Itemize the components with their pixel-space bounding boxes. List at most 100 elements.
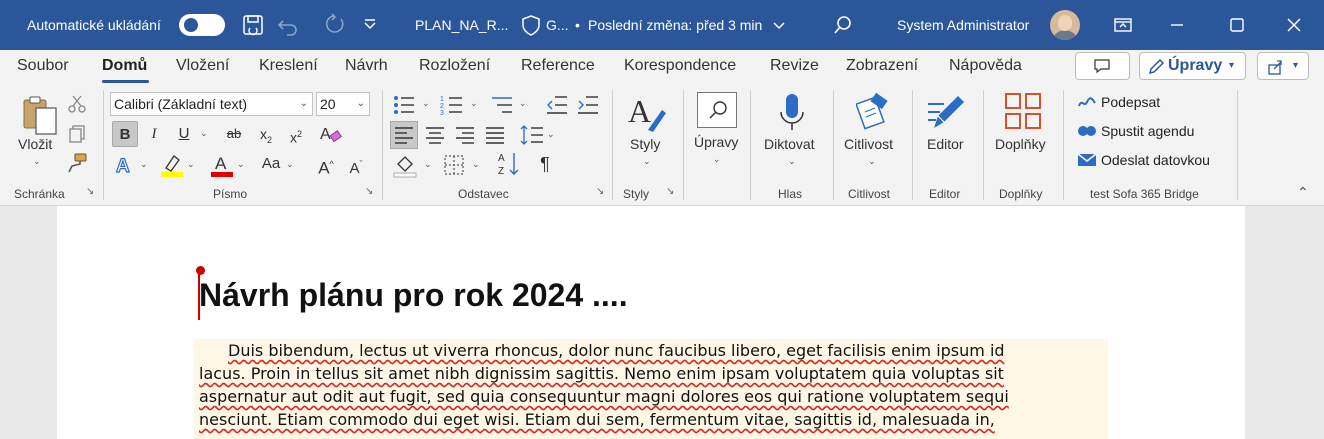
customize-qat-icon[interactable] [357,12,383,38]
find-box[interactable] [697,92,737,128]
tab-zobrazeni[interactable]: Zobrazení [846,57,918,75]
tab-revize[interactable]: Revize [770,57,819,75]
addins-label[interactable]: Doplňky [995,136,1046,152]
sensitivity-icon[interactable] [856,92,892,132]
chevron-down-icon[interactable]: ⌄ [424,159,432,170]
undo-icon[interactable] [275,12,301,38]
shrink-font-button[interactable]: Aˇ [343,151,369,177]
document-heading[interactable]: Návrh plánu pro rok 2024 .... [199,277,628,314]
chevron-down-icon[interactable]: ⌄ [200,128,208,139]
decrease-indent-icon[interactable] [545,94,569,116]
user-name[interactable]: System Administrator [897,0,1029,50]
sensitivity-ribbon-label[interactable]: Citlivost [844,136,893,152]
dialog-launcher-icon[interactable]: ↘ [365,186,373,197]
chevron-down-icon[interactable]: ⌄ [547,129,555,140]
avatar[interactable] [1050,10,1080,40]
format-painter-icon[interactable] [66,152,88,174]
tab-napoveda[interactable]: Nápověda [949,57,1022,75]
collapse-ribbon-icon[interactable]: ⌃ [1297,184,1309,201]
paragraph-line[interactable]: nesciunt. Etiam commodo dui eget wisi. E… [199,410,995,429]
italic-button[interactable]: I [141,121,167,147]
dialog-launcher-icon[interactable]: ↘ [596,186,604,197]
sort-icon[interactable]: A Z [497,150,521,178]
save-icon[interactable] [240,12,266,38]
close-icon[interactable] [1281,12,1307,38]
databox-icon[interactable] [1077,152,1097,168]
chevron-down-icon[interactable]: ⌄ [519,98,527,109]
start-agenda-button[interactable]: Spustit agendu [1101,123,1194,139]
file-name[interactable]: PLAN_NA_R... [415,0,508,50]
paragraph-line[interactable]: lacus. Proin in tellus sit amet nibh dig… [199,364,1004,383]
maximize-icon[interactable] [1224,12,1250,38]
paste-icon[interactable] [20,94,60,136]
align-center-icon[interactable] [421,121,449,149]
show-formatting-button[interactable]: ¶ [532,151,558,177]
borders-icon[interactable] [442,153,466,177]
editing-mode-button[interactable]: Úpravy ▾ [1139,52,1246,80]
cut-icon[interactable] [67,94,87,114]
redo-icon[interactable] [322,12,348,38]
chevron-down-icon[interactable]: ⌄ [788,156,796,167]
bullets-icon[interactable] [392,94,416,116]
sign-button[interactable]: Podepsat [1101,94,1160,110]
last-change-label[interactable]: Poslední změna: před 3 min [588,0,762,50]
tab-domu[interactable]: Domů [102,57,147,75]
tab-reference[interactable]: Reference [521,57,595,75]
chevron-down-icon[interactable]: ⌄ [286,159,294,170]
minimize-icon[interactable] [1164,12,1190,38]
tab-rozlozeni[interactable]: Rozložení [419,57,490,75]
font-color-icon[interactable]: A [210,152,234,178]
styles-icon[interactable]: A [626,92,668,134]
underline-button[interactable]: U [171,121,197,147]
paragraph-line[interactable]: aspernatur aut odit aut fugit, sed quia … [199,387,1009,406]
chevron-down-icon[interactable]: ⌄ [187,159,195,170]
tab-kresleni[interactable]: Kreslení [259,57,318,75]
change-case-button[interactable]: Aa [258,151,284,177]
editor-label[interactable]: Editor [927,136,964,152]
sensitivity-label[interactable]: G... [546,0,569,50]
clear-formatting-icon[interactable]: A [318,122,342,146]
font-size-select[interactable]: 20 ⌄ [316,92,370,116]
chevron-down-icon[interactable]: ⌄ [868,156,876,167]
highlight-color-icon[interactable] [160,152,184,178]
increase-indent-icon[interactable] [576,94,600,116]
tab-korespondence[interactable]: Korespondence [624,57,736,75]
paste-label[interactable]: Vložit [18,136,52,152]
grow-font-button[interactable]: A^ [313,151,339,178]
subscript-button[interactable]: x2 [253,121,279,147]
styles-label[interactable]: Styly [630,136,660,152]
chevron-down-icon[interactable]: ⌄ [470,98,478,109]
text-effects-icon[interactable]: A [113,153,137,177]
strikethrough-button[interactable]: ab [221,121,247,147]
sign-icon[interactable] [1077,94,1097,110]
numbering-icon[interactable]: 1 2 3 [440,94,464,116]
share-button[interactable]: ▾ [1257,52,1309,80]
font-family-select[interactable]: Calibri (Základní text) ⌄ [110,92,313,116]
chevron-down-icon[interactable]: ⌄ [237,159,245,170]
copy-icon[interactable] [67,124,87,144]
addins-icon[interactable] [1004,92,1042,132]
align-left-icon[interactable] [390,121,418,149]
chevron-down-icon[interactable]: ⌄ [140,159,148,170]
send-databox-button[interactable]: Odeslat datovkou [1101,152,1210,168]
search-icon[interactable] [830,12,856,38]
chevron-down-icon[interactable]: ⌄ [643,156,651,167]
shading-icon[interactable] [393,152,419,178]
justify-icon[interactable] [481,121,509,149]
ribbon-display-icon[interactable] [1110,12,1136,38]
chevron-down-icon[interactable]: ⌄ [422,98,430,109]
editing-label[interactable]: Úpravy [694,134,738,150]
line-spacing-icon[interactable] [520,123,544,147]
bold-button[interactable]: B [112,121,138,147]
comments-button[interactable] [1075,52,1130,80]
tab-vlozeni[interactable]: Vložení [176,57,229,75]
chevron-down-icon[interactable]: ⌄ [33,156,41,167]
shield-icon[interactable] [518,12,544,38]
align-right-icon[interactable] [451,121,479,149]
dialog-launcher-icon[interactable]: ↘ [86,186,94,197]
superscript-button[interactable]: x2 [283,121,309,147]
dictate-label[interactable]: Diktovat [764,136,815,152]
autosave-toggle[interactable] [179,14,225,36]
paragraph-line[interactable]: Duis bibendum, lectus ut viverra rhoncus… [228,341,1005,360]
chevron-down-icon[interactable]: ⌄ [713,154,721,165]
